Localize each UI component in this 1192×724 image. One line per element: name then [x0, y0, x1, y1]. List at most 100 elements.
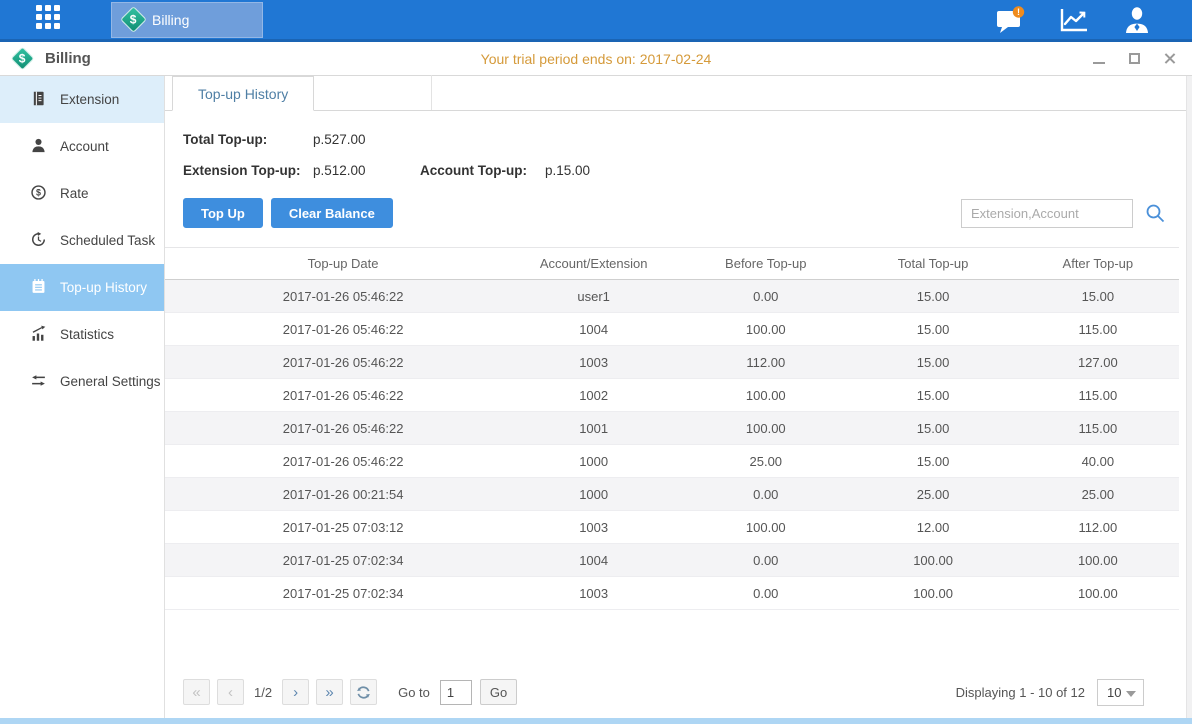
header-topup-date[interactable]: Top-up Date [165, 256, 469, 271]
toolbar: Top Up Clear Balance [165, 186, 1186, 228]
table-row[interactable]: 2017-01-25 07:02:34 1004 0.00 100.00 100… [165, 544, 1179, 577]
sidebar-item-extension[interactable]: Extension [0, 76, 164, 123]
table-row[interactable]: 2017-01-26 05:46:22 1001 100.00 15.00 11… [165, 412, 1179, 445]
window-billing-icon: $ [10, 46, 34, 70]
extension-topup-label: Extension Top-up: [183, 163, 313, 178]
statistics-chart-icon[interactable] [1058, 6, 1090, 34]
goto-page-input[interactable] [440, 680, 472, 705]
cell-account-extension: 1003 [469, 520, 682, 535]
top-up-button[interactable]: Top Up [183, 198, 263, 228]
table-row[interactable]: 2017-01-26 05:46:22 1003 112.00 15.00 12… [165, 346, 1179, 379]
topup-history-icon [30, 278, 47, 298]
table-row[interactable]: 2017-01-26 00:21:54 1000 0.00 25.00 25.0… [165, 478, 1179, 511]
cell-topup-date: 2017-01-26 05:46:22 [165, 355, 469, 370]
search-input[interactable] [961, 199, 1133, 228]
close-button[interactable] [1162, 52, 1176, 66]
extension-topup-value: p.512.00 [313, 163, 420, 178]
table-row[interactable]: 2017-01-25 07:03:12 1003 100.00 12.00 11… [165, 511, 1179, 544]
scheduled-task-icon [30, 231, 47, 251]
rate-icon: $ [30, 184, 47, 204]
cell-before-topup: 0.00 [682, 289, 849, 304]
app-tab-billing[interactable]: $ Billing [111, 2, 263, 38]
sidebar-item-topup-history[interactable]: Top-up History [0, 264, 164, 311]
table-row[interactable]: 2017-01-26 05:46:22 user1 0.00 15.00 15.… [165, 280, 1179, 313]
cell-total-topup: 15.00 [849, 454, 1016, 469]
cell-before-topup: 100.00 [682, 388, 849, 403]
message-icon[interactable]: ! [994, 4, 1026, 36]
app-grid-button[interactable] [33, 2, 63, 37]
close-icon [1163, 52, 1176, 65]
sidebar-item-statistics[interactable]: Statistics [0, 311, 164, 358]
cell-account-extension: user1 [469, 289, 682, 304]
cell-account-extension: 1004 [469, 553, 682, 568]
cell-total-topup: 15.00 [849, 289, 1016, 304]
window-title: Billing [45, 50, 91, 67]
header-account-extension[interactable]: Account/Extension [469, 256, 682, 271]
cell-account-extension: 1000 [469, 454, 682, 469]
go-button[interactable]: Go [480, 679, 517, 705]
first-page-button[interactable]: « [183, 679, 210, 705]
app-grid-icon [33, 2, 63, 37]
table-body: 2017-01-26 05:46:22 user1 0.00 15.00 15.… [165, 280, 1179, 610]
cell-before-topup: 0.00 [682, 487, 849, 502]
header-before-topup[interactable]: Before Top-up [682, 256, 849, 271]
account-topup-label: Account Top-up: [420, 163, 545, 178]
trial-notice: Your trial period ends on: 2017-02-24 [0, 51, 1192, 67]
cell-before-topup: 25.00 [682, 454, 849, 469]
page-size-select[interactable]: 10 [1097, 679, 1144, 706]
cell-topup-date: 2017-01-26 05:46:22 [165, 421, 469, 436]
scrollbar-track[interactable] [1186, 76, 1192, 718]
tab-topup-history[interactable]: Top-up History [172, 76, 314, 111]
minimize-button[interactable] [1092, 52, 1106, 66]
cell-after-topup: 100.00 [1017, 586, 1179, 601]
bottom-strip [0, 718, 1192, 724]
cell-total-topup: 100.00 [849, 553, 1016, 568]
pagination-bar: « ‹ 1/2 › » Go to Go Displaying [165, 674, 1186, 718]
header-total-topup[interactable]: Total Top-up [849, 256, 1016, 271]
header-after-topup[interactable]: After Top-up [1017, 256, 1179, 271]
sidebar-item-account[interactable]: Account [0, 123, 164, 170]
cell-before-topup: 100.00 [682, 520, 849, 535]
cell-topup-date: 2017-01-25 07:02:34 [165, 586, 469, 601]
account-icon [30, 137, 47, 157]
cell-total-topup: 15.00 [849, 322, 1016, 337]
billing-diamond-icon: $ [120, 6, 147, 33]
table-row[interactable]: 2017-01-26 05:46:22 1002 100.00 15.00 11… [165, 379, 1179, 412]
clear-balance-button[interactable]: Clear Balance [271, 198, 393, 228]
sidebar-item-label: Account [60, 139, 109, 154]
sidebar-item-label: Rate [60, 186, 89, 201]
sidebar-item-label: Statistics [60, 327, 114, 342]
minimize-icon [1093, 62, 1105, 64]
prev-page-button[interactable]: ‹ [217, 679, 244, 705]
sidebar-item-general-settings[interactable]: General Settings [0, 358, 164, 405]
sidebar-item-rate[interactable]: $ Rate [0, 170, 164, 217]
cell-topup-date: 2017-01-26 00:21:54 [165, 487, 469, 502]
maximize-button[interactable] [1127, 52, 1141, 66]
cell-before-topup: 100.00 [682, 421, 849, 436]
sidebar-item-scheduled-task[interactable]: Scheduled Task [0, 217, 164, 264]
cell-after-topup: 112.00 [1017, 520, 1179, 535]
cell-after-topup: 100.00 [1017, 553, 1179, 568]
table-row[interactable]: 2017-01-26 05:46:22 1004 100.00 15.00 11… [165, 313, 1179, 346]
cell-before-topup: 0.00 [682, 553, 849, 568]
cell-account-extension: 1001 [469, 421, 682, 436]
total-topup-value: p.527.00 [313, 132, 420, 147]
next-page-button[interactable]: › [282, 679, 309, 705]
cell-after-topup: 127.00 [1017, 355, 1179, 370]
cell-before-topup: 112.00 [682, 355, 849, 370]
cell-account-extension: 1003 [469, 586, 682, 601]
cell-total-topup: 25.00 [849, 487, 1016, 502]
general-settings-icon [30, 372, 47, 392]
cell-topup-date: 2017-01-26 05:46:22 [165, 388, 469, 403]
table-row[interactable]: 2017-01-26 05:46:22 1000 25.00 15.00 40.… [165, 445, 1179, 478]
search-icon[interactable] [1144, 202, 1166, 224]
user-account-icon[interactable] [1122, 5, 1152, 35]
cell-after-topup: 115.00 [1017, 388, 1179, 403]
dropdown-arrow-icon [1126, 691, 1136, 697]
table-row[interactable]: 2017-01-25 07:02:34 1003 0.00 100.00 100… [165, 577, 1179, 610]
sidebar: Extension Account $ Rate [0, 76, 165, 718]
refresh-button[interactable] [350, 679, 377, 705]
main-content: Top-up History Total Top-up: p.527.00 Ex… [165, 76, 1192, 718]
last-page-button[interactable]: » [316, 679, 343, 705]
cell-total-topup: 15.00 [849, 421, 1016, 436]
